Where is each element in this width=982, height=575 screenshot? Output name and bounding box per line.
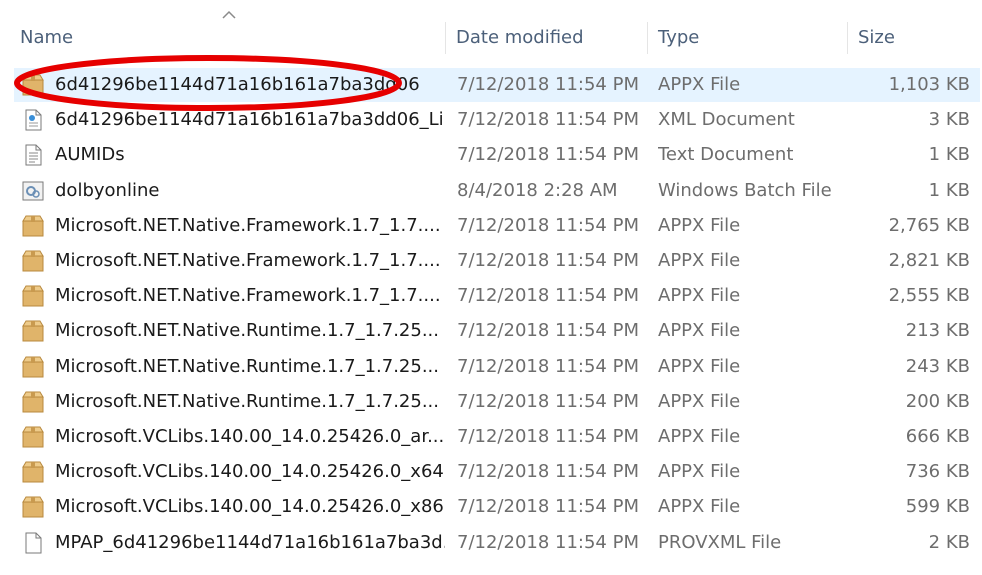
file-type: APPX File [658,250,741,271]
file-date-modified: 7/12/2018 11:54 PM [457,426,639,447]
file-row[interactable]: Microsoft.NET.Native.Runtime.1.7_1.7.25.… [14,350,980,384]
file-name: Microsoft.NET.Native.Runtime.1.7_1.7.25.… [55,355,440,377]
file-type: Text Document [658,144,794,166]
column-header-bar: Name Date modified Type Size [0,0,982,54]
file-name: AUMIDs [55,144,125,166]
file-type: XML Document [658,109,795,131]
file-type: APPX File [658,461,741,483]
column-header-type[interactable]: Type [647,22,847,54]
file-size: 2 KB [928,531,970,553]
package-icon [21,215,45,237]
file-row[interactable]: MPAP_6d41296be1144d71a16b161a7ba3d... 7/1… [14,526,980,560]
file-size: 599 KB [905,496,970,518]
file-type: APPX File [658,74,741,95]
package-icon [21,250,45,272]
file-name: Microsoft.NET.Native.Framework.1.7_1.7..… [55,250,441,271]
file-date-modified: 7/12/2018 11:54 PM [457,250,639,271]
column-header-size[interactable]: Size [847,22,980,54]
file-row[interactable]: Microsoft.VCLibs.140.00_14.0.25426.0_x64… [14,455,980,489]
file-size: 736 KB [905,461,970,483]
file-date-modified: 7/12/2018 11:54 PM [457,461,639,483]
file-row[interactable]: Microsoft.NET.Native.Framework.1.7_1.7..… [14,244,980,278]
text-document-icon [21,144,45,166]
file-size: 213 KB [905,320,970,342]
file-row[interactable]: Microsoft.VCLibs.140.00_14.0.25426.0_x86… [14,490,980,524]
file-name: Microsoft.NET.Native.Framework.1.7_1.7..… [55,285,441,307]
file-date-modified: 7/12/2018 11:54 PM [457,214,639,236]
file-size: 1 KB [928,179,970,201]
file-row[interactable]: Microsoft.NET.Native.Runtime.1.7_1.7.25.… [14,314,980,348]
file-name: Microsoft.VCLibs.140.00_14.0.25426.0_x64… [55,461,445,483]
file-name: Microsoft.NET.Native.Runtime.1.7_1.7.25.… [55,390,440,412]
package-icon [21,320,45,342]
column-header-date-modified[interactable]: Date modified [445,22,647,54]
file-name: Microsoft.NET.Native.Framework.1.7_1.7..… [55,214,441,236]
package-icon [21,356,45,378]
file-date-modified: 7/12/2018 11:54 PM [457,496,639,518]
file-size: 1,103 KB [888,74,970,95]
file-name: Microsoft.NET.Native.Runtime.1.7_1.7.25.… [55,320,440,342]
file-type: APPX File [658,214,741,236]
file-type: Windows Batch File [658,179,832,201]
file-type: PROVXML File [658,531,782,553]
column-header-name[interactable]: Name [10,22,444,54]
package-icon [21,496,45,518]
file-type: APPX File [658,285,741,307]
file-row[interactable]: 6d41296be1144d71a16b161a7ba3dd06_Li... 7/… [14,103,980,137]
file-date-modified: 7/12/2018 11:54 PM [457,74,639,95]
file-row[interactable]: Microsoft.NET.Native.Runtime.1.7_1.7.25.… [14,385,980,419]
file-name: Microsoft.VCLibs.140.00_14.0.25426.0_ar.… [55,426,445,447]
file-row[interactable]: AUMIDs 7/12/2018 11:54 PM Text Document 1 K… [14,138,980,172]
file-date-modified: 7/12/2018 11:54 PM [457,285,639,307]
file-size: 3 KB [928,109,970,131]
package-icon [21,426,45,448]
package-icon [21,285,45,307]
file-name: 6d41296be1144d71a16b161a7ba3dd06_Li... [55,109,445,131]
batch-file-icon [21,180,45,202]
file-type: APPX File [658,426,741,447]
file-size: 1 KB [928,144,970,166]
file-date-modified: 7/12/2018 11:54 PM [457,355,639,377]
file-type: APPX File [658,355,741,377]
file-date-modified: 7/12/2018 11:54 PM [457,390,639,412]
blank-file-icon [21,532,45,554]
file-name: Microsoft.VCLibs.140.00_14.0.25426.0_x86… [55,496,445,518]
file-date-modified: 8/4/2018 2:28 AM [457,179,618,201]
file-row[interactable]: dolbyonline 8/4/2018 2:28 AM Windows Batch… [14,174,980,208]
xml-document-icon [21,109,45,131]
file-type: APPX File [658,390,741,412]
package-icon [21,461,45,483]
file-size: 666 KB [905,426,970,447]
file-type: APPX File [658,496,741,518]
package-icon [21,74,45,96]
file-size: 2,821 KB [888,250,970,271]
file-date-modified: 7/12/2018 11:54 PM [457,320,639,342]
file-row[interactable]: Microsoft.NET.Native.Framework.1.7_1.7..… [14,279,980,313]
file-name: MPAP_6d41296be1144d71a16b161a7ba3d... [55,531,445,553]
file-row[interactable]: Microsoft.VCLibs.140.00_14.0.25426.0_ar.… [14,420,980,454]
file-size: 243 KB [905,355,970,377]
file-date-modified: 7/12/2018 11:54 PM [457,531,639,553]
file-row[interactable]: Microsoft.NET.Native.Framework.1.7_1.7..… [14,209,980,243]
file-size: 2,555 KB [888,285,970,307]
file-name: dolbyonline [55,179,160,201]
package-icon [21,391,45,413]
file-type: APPX File [658,320,741,342]
file-size: 200 KB [905,390,970,412]
file-size: 2,765 KB [888,214,970,236]
file-row[interactable]: 6d41296be1144d71a16b161a7ba3dd06 7/12/201… [14,68,980,102]
file-name: 6d41296be1144d71a16b161a7ba3dd06 [55,74,420,95]
sort-ascending-icon [222,10,236,19]
file-date-modified: 7/12/2018 11:54 PM [457,144,639,166]
file-date-modified: 7/12/2018 11:54 PM [457,109,639,131]
